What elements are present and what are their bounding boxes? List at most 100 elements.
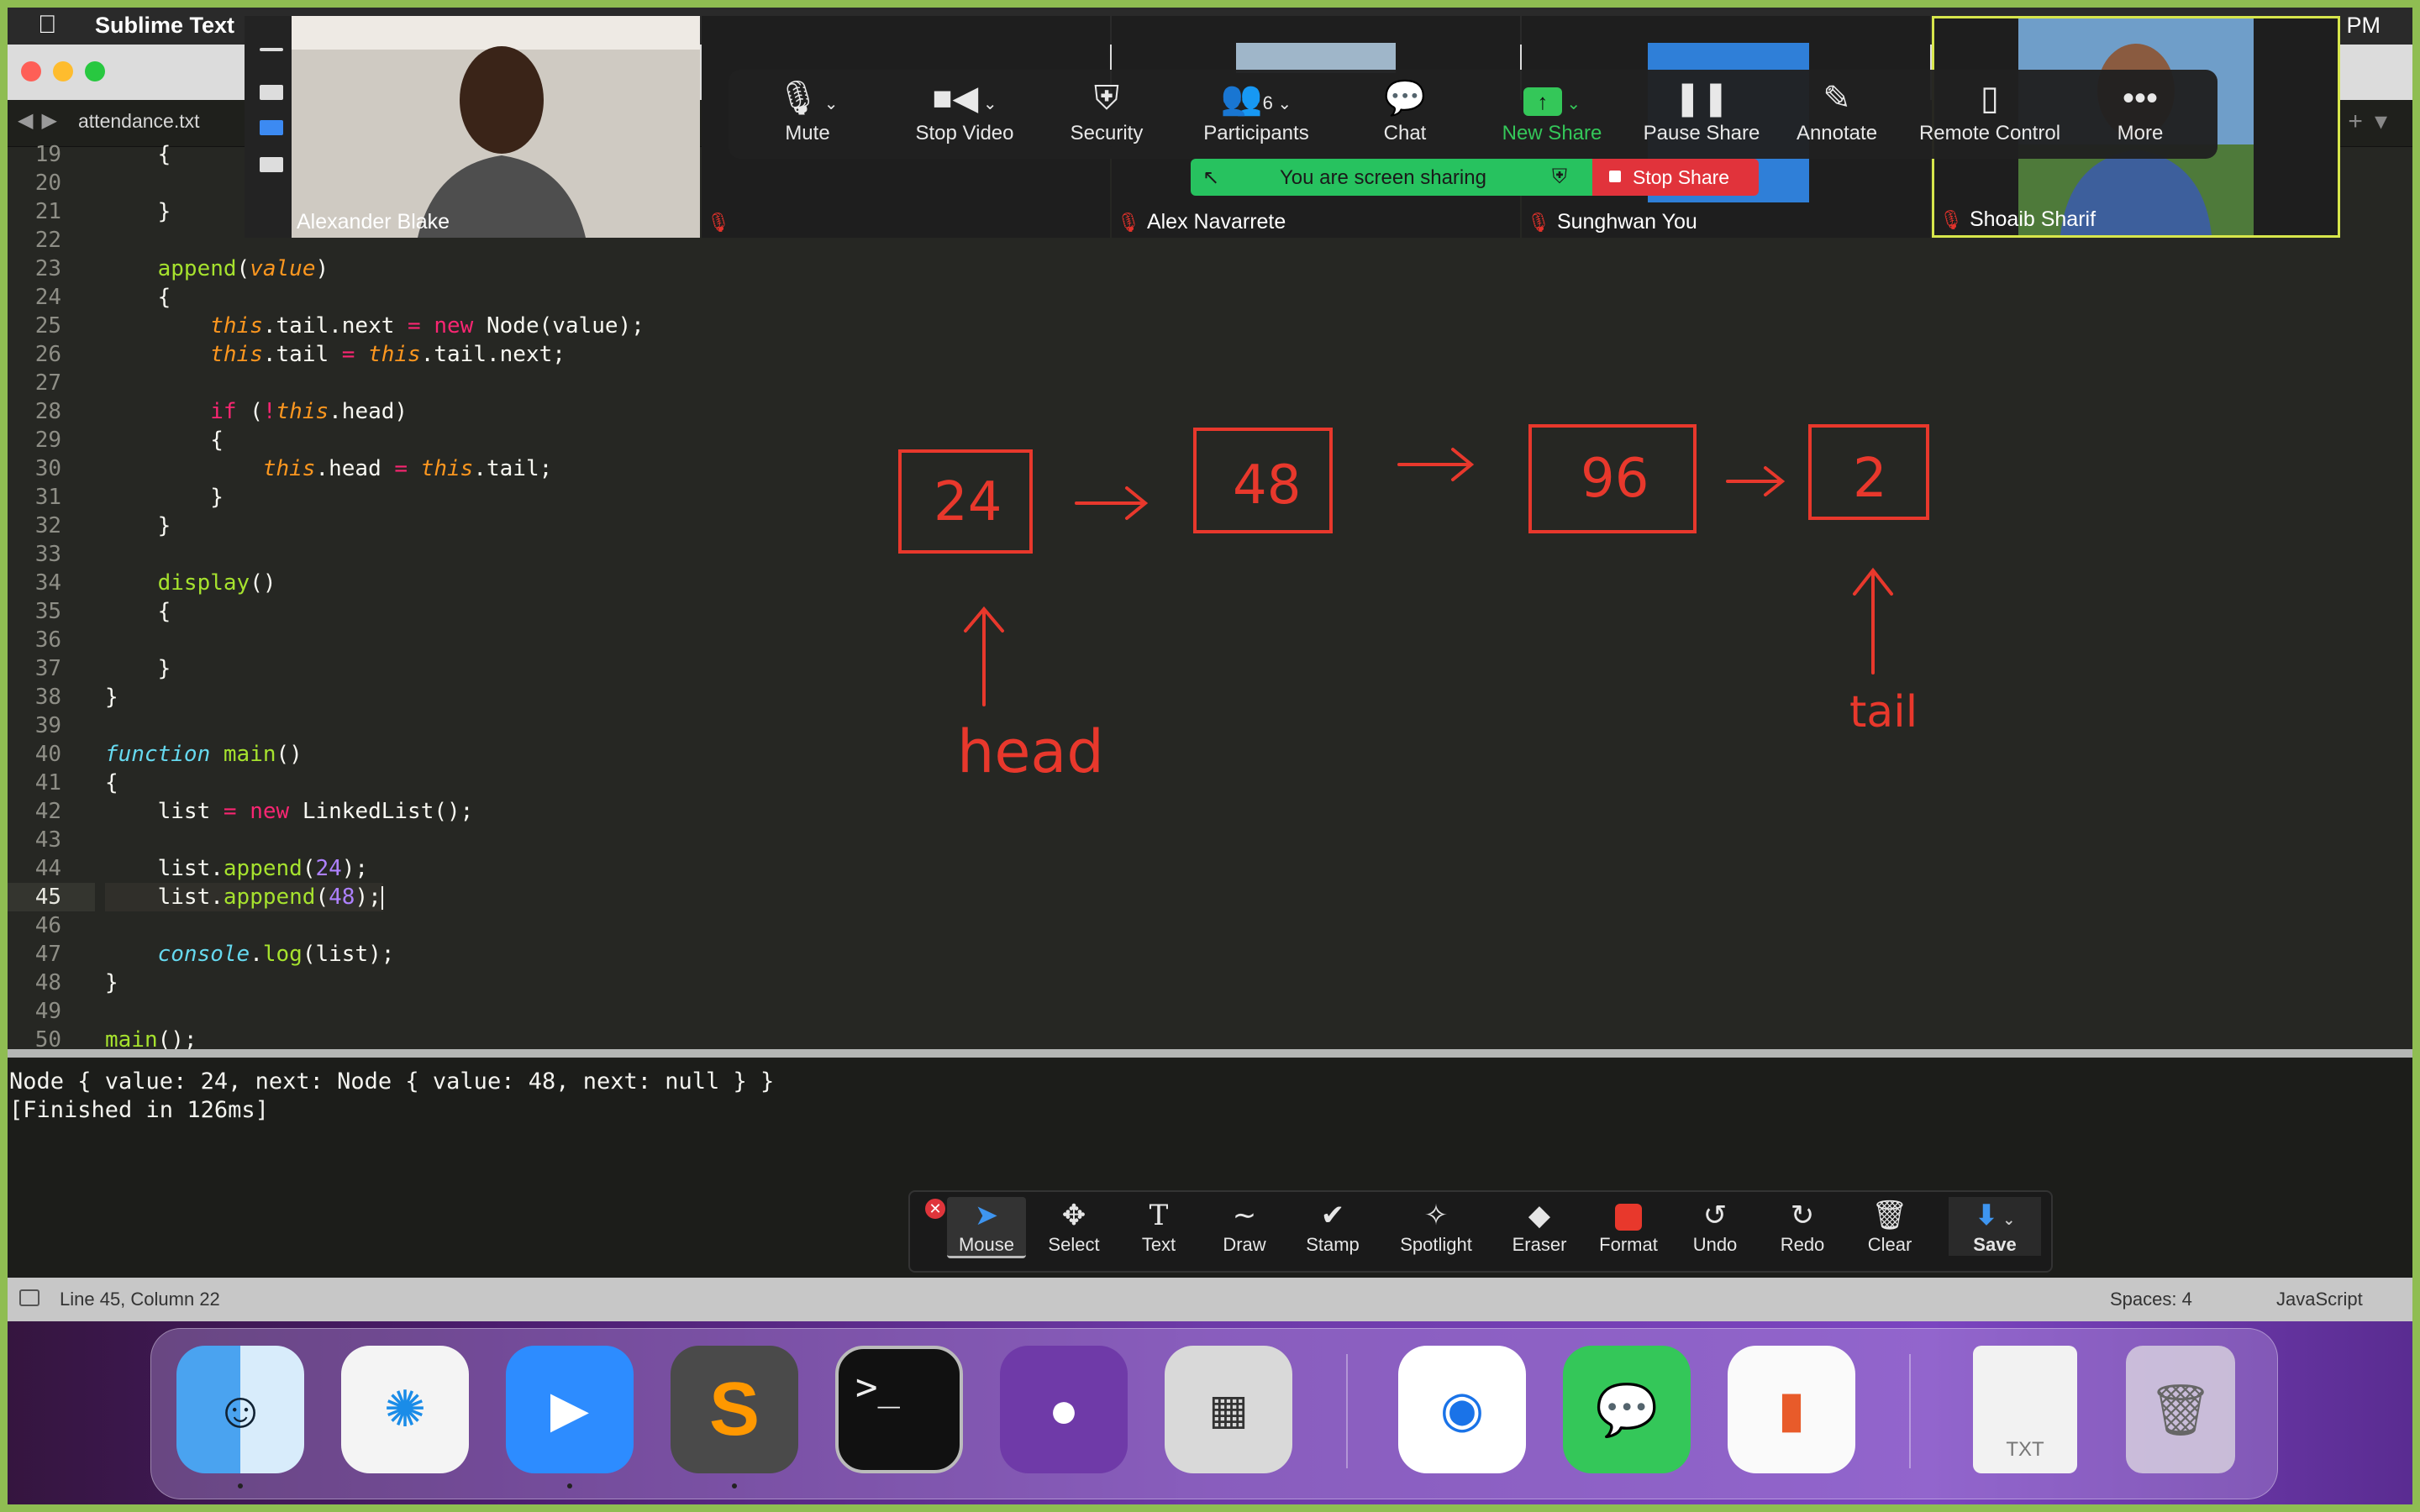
- chat-button[interactable]: 💬 Chat: [1367, 78, 1443, 145]
- code-line[interactable]: list.apppend(48);: [105, 883, 383, 911]
- code-line[interactable]: this.tail.next = new Node(value);: [105, 312, 644, 340]
- code-line[interactable]: {: [105, 283, 171, 312]
- mouse-tool-button[interactable]: ➤ Mouse: [947, 1197, 1026, 1258]
- participants-button[interactable]: 👥6 ⌄ Participants: [1181, 78, 1332, 145]
- text-tool-button[interactable]: T Text: [1125, 1197, 1192, 1256]
- screen-sharing-indicator[interactable]: ↖ You are screen sharing ⛨: [1191, 159, 1592, 196]
- finder-icon[interactable]: ☺: [176, 1346, 304, 1473]
- more-dots-icon: •••: [2122, 80, 2158, 117]
- line-number: 27: [34, 370, 61, 396]
- speaker-view-icon[interactable]: [260, 85, 283, 100]
- remote-control-button[interactable]: ▯ Remote Control: [1910, 78, 2070, 145]
- code-line[interactable]: {: [105, 769, 118, 797]
- screen:  Sublime Text 3 PM ◀▶ attendance.txt ❯ …: [8, 8, 2412, 1504]
- safari-icon[interactable]: ✺: [341, 1346, 469, 1473]
- zoom-window-button[interactable]: [85, 61, 105, 81]
- cursor-position[interactable]: Line 45, Column 22: [60, 1289, 220, 1310]
- stamp-tool-button[interactable]: ✔ Stamp: [1295, 1197, 1370, 1256]
- mouse-icon: ▯: [1980, 80, 1999, 117]
- github-desktop-icon[interactable]: ●: [1000, 1346, 1128, 1473]
- tab-attendance[interactable]: attendance.txt: [78, 110, 200, 133]
- tab-nav-arrows-icon[interactable]: ◀▶: [18, 108, 66, 133]
- line-number: 34: [34, 570, 61, 596]
- app-name-menu[interactable]: Sublime Text: [95, 13, 234, 39]
- annotation-toolbar: ✕ ➤ Mouse ✥ Select T Text ∼ Draw ✔ Stamp…: [908, 1190, 2053, 1273]
- chrome-icon[interactable]: ◉: [1398, 1346, 1526, 1473]
- stop-video-button[interactable]: ■◀ ⌄ Stop Video: [897, 78, 1033, 145]
- code-line[interactable]: }: [105, 683, 118, 711]
- keynote-chart-icon[interactable]: ▮: [1728, 1346, 1855, 1473]
- tab-controls-icon[interactable]: +▾: [2348, 107, 2399, 136]
- code-line[interactable]: {: [105, 140, 171, 169]
- panel-toggle-icon[interactable]: [19, 1289, 39, 1306]
- code-line[interactable]: }: [105, 197, 171, 226]
- more-button[interactable]: ••• More: [2098, 78, 2182, 145]
- gallery-grid-icon[interactable]: [260, 157, 283, 172]
- trash-icon[interactable]: 🗑: [2126, 1346, 2235, 1473]
- code-line[interactable]: }: [105, 512, 171, 540]
- clear-button[interactable]: 🗑 Clear: [1856, 1197, 1923, 1256]
- new-share-button[interactable]: ↑ ⌄ New Share: [1485, 78, 1619, 145]
- output-line: [Finished in 126ms]: [9, 1097, 269, 1123]
- terminal-icon[interactable]: >_: [835, 1346, 963, 1473]
- txt-file-label: TXT: [2006, 1438, 2044, 1461]
- calculator-icon[interactable]: ▦: [1165, 1346, 1292, 1473]
- color-swatch-icon: [1591, 1197, 1666, 1234]
- undo-button[interactable]: ↺ Undo: [1681, 1197, 1749, 1256]
- code-line[interactable]: this.tail = this.tail.next;: [105, 340, 566, 369]
- close-window-button[interactable]: [21, 61, 41, 81]
- select-tool-button[interactable]: ✥ Select: [1036, 1197, 1112, 1256]
- line-number: 26: [34, 342, 61, 367]
- pause-share-button[interactable]: ❚❚ Pause Share: [1634, 78, 1769, 145]
- minimize-video-icon[interactable]: [260, 48, 283, 51]
- code-line[interactable]: console.log(list);: [105, 940, 395, 969]
- apple-icon[interactable]: : [38, 11, 57, 39]
- move-arrows-icon: ✥: [1061, 1200, 1086, 1231]
- code-line[interactable]: {: [105, 426, 224, 454]
- stop-share-button[interactable]: Stop Share: [1592, 159, 1759, 196]
- messages-icon[interactable]: 💬: [1563, 1346, 1691, 1473]
- redo-button[interactable]: ↻ Redo: [1769, 1197, 1836, 1256]
- squiggle-icon: ∼: [1232, 1200, 1257, 1231]
- line-number: 46: [34, 913, 61, 938]
- line-number: 40: [34, 742, 61, 767]
- eraser-tool-button[interactable]: ◆ Eraser: [1502, 1197, 1577, 1256]
- arrow-96-2: [1726, 466, 1786, 496]
- txt-file-icon[interactable]: TXT: [1973, 1346, 2077, 1473]
- zoom-icon[interactable]: ▶: [506, 1346, 634, 1473]
- code-line[interactable]: if (!this.head): [105, 397, 408, 426]
- sublime-text-icon[interactable]: S: [671, 1346, 798, 1473]
- spotlight-tool-button[interactable]: ✧ Spotlight: [1389, 1197, 1483, 1256]
- node-value-48: 48: [1233, 454, 1301, 517]
- indentation-setting[interactable]: Spaces: 4: [2110, 1289, 2192, 1310]
- code-line[interactable]: display(): [105, 569, 276, 597]
- minimize-window-button[interactable]: [53, 61, 73, 81]
- line-number: 21: [34, 199, 61, 224]
- output-line: Node { value: 24, next: Node { value: 48…: [9, 1068, 775, 1095]
- code-line[interactable]: this.head = this.tail;: [105, 454, 552, 483]
- code-line[interactable]: }: [105, 654, 171, 683]
- node-value-2: 2: [1853, 448, 1887, 510]
- annotate-button[interactable]: ✎ Annotate: [1782, 78, 1891, 145]
- panel-divider[interactable]: [8, 1049, 2412, 1058]
- zoom-meeting-toolbar: 🎙 ⌄ Mute ■◀ ⌄ Stop Video ⛨ Security 👥6 ⌄…: [729, 70, 2217, 159]
- participants-icon: 👥6 ⌄: [1220, 80, 1292, 117]
- draw-tool-button[interactable]: ∼ Draw: [1209, 1197, 1280, 1256]
- tail-pointer-arrow: [1853, 567, 1893, 675]
- video-tile-alexander[interactable]: Alexander Blake: [292, 16, 700, 238]
- mute-button[interactable]: 🎙 ⌄ Mute: [754, 78, 861, 145]
- syntax-selector[interactable]: JavaScript: [2276, 1289, 2363, 1310]
- security-button[interactable]: ⛨ Security: [1056, 78, 1157, 145]
- code-line[interactable]: function main(): [105, 740, 302, 769]
- gallery-strip-icon[interactable]: [260, 120, 283, 135]
- code-line[interactable]: {: [105, 597, 171, 626]
- save-button[interactable]: ⬇ ⌄ Save: [1949, 1197, 2041, 1256]
- code-line[interactable]: }: [105, 969, 118, 997]
- close-annotation-icon[interactable]: ✕: [925, 1199, 945, 1219]
- code-line[interactable]: }: [105, 483, 224, 512]
- line-number: 24: [34, 285, 61, 310]
- code-line[interactable]: list.append(24);: [105, 854, 368, 883]
- code-line[interactable]: append(value): [105, 255, 329, 283]
- code-line[interactable]: list = new LinkedList();: [105, 797, 474, 826]
- format-tool-button[interactable]: Format: [1591, 1197, 1666, 1256]
